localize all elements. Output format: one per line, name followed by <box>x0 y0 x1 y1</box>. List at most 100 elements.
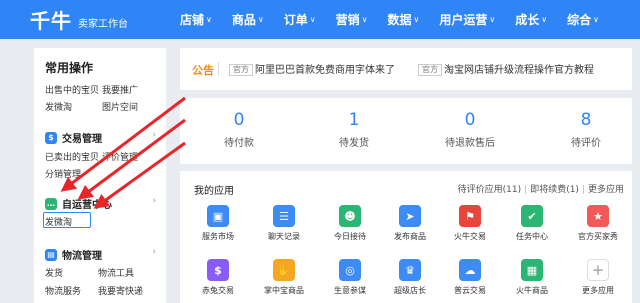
market-icon: ▣ <box>207 205 229 227</box>
chevron-down-icon: ∨ <box>361 15 368 24</box>
divider <box>218 62 219 76</box>
sidebar-link-logistics-service[interactable]: 物流服务 <box>45 284 81 297</box>
app-tile[interactable]: ➤ 发布商品 <box>380 205 440 242</box>
nav-label: 订单 <box>283 13 308 27</box>
sidebar-link-distribution[interactable]: 分销管理 <box>45 167 81 180</box>
chevron-down-icon: ∨ <box>257 15 264 24</box>
sidebar-link-promote[interactable]: 我要推广 <box>102 83 138 96</box>
sidebar-link-send-express[interactable]: 我要寄快递 <box>98 284 143 297</box>
stat-label: 待评价 <box>571 138 601 149</box>
nav-item-general[interactable]: 综合 ∨ <box>567 11 599 28</box>
more-apps-link[interactable]: 更多应用 <box>588 185 624 195</box>
renewal-link[interactable]: 即将续费(1) <box>530 185 579 195</box>
app-label: 赤兔交易 <box>202 286 234 295</box>
logo-subtitle: 卖家工作台 <box>78 19 128 30</box>
app-label: 服务市场 <box>202 232 234 241</box>
app-label: 掌中宝商品 <box>264 286 304 295</box>
chevron-down-icon: ∨ <box>309 15 316 24</box>
task-icon: ✔ <box>521 205 543 227</box>
sidebar-group-label: 自运营中心 <box>62 200 112 211</box>
stat-value: 1 <box>348 110 360 130</box>
nav-label: 数据 <box>387 13 412 27</box>
stat-label: 待退款售后 <box>445 138 495 149</box>
app-label: 更多应用 <box>582 286 614 295</box>
sidebar-link-image-space[interactable]: 图片空间 <box>102 100 138 113</box>
app-label: 火牛交易 <box>454 232 486 241</box>
stat-label: 待付款 <box>224 138 254 149</box>
app-tile[interactable]: ▦ 火牛商品 <box>502 259 562 296</box>
announcement-link[interactable]: 阿里巴巴首款免费商用字体来了 <box>255 61 395 76</box>
nav-label: 成长 <box>515 13 540 27</box>
sidebar-group-logistics[interactable]: ▤ 物流管理 <box>45 247 102 262</box>
stat-pending-refund[interactable]: 0 待退款售后 <box>420 110 520 149</box>
sidebar-link-post-weitao[interactable]: 发微淘 <box>45 215 72 228</box>
stat-value: 8 <box>580 110 592 130</box>
reception-icon: ☻ <box>339 205 361 227</box>
app-label: 任务中心 <box>516 232 548 241</box>
fire-goods-icon: ▦ <box>521 259 543 281</box>
chat-record-icon: ☰ <box>273 205 295 227</box>
sidebar-group-trade[interactable]: $ 交易管理 <box>45 130 102 145</box>
sidebar-group-label: 物流管理 <box>62 251 102 262</box>
sidebar-link-selling-items[interactable]: 出售中的宝贝 <box>45 83 99 96</box>
sidebar-group-self-ops[interactable]: … 自运营中心 <box>45 196 112 211</box>
chevron-right-icon[interactable]: › <box>152 130 156 140</box>
app-tile[interactable]: ▣ 服务市场 <box>188 205 248 242</box>
app-tile[interactable]: $ 赤兔交易 <box>188 259 248 296</box>
app-tile[interactable]: ⚑ 火牛交易 <box>440 205 500 242</box>
app-tile[interactable]: + 更多应用 <box>568 259 628 296</box>
stat-pending-review[interactable]: 8 待评价 <box>536 110 636 149</box>
app-tile[interactable]: ♛ 超级店长 <box>380 259 440 296</box>
nav-item-growth[interactable]: 成长 ∨ <box>515 11 547 28</box>
official-tag: 官方 <box>418 64 442 76</box>
separator: | <box>524 185 528 195</box>
app-tile[interactable]: ✔ 任务中心 <box>502 205 562 242</box>
chevron-down-icon: ∨ <box>593 15 599 24</box>
pending-review-apps-link[interactable]: 待评价应用(11) <box>458 185 521 195</box>
separator: | <box>581 185 585 195</box>
app-tile[interactable]: ☻ 今日接待 <box>320 205 380 242</box>
logistics-icon: ▤ <box>45 248 57 261</box>
sidebar: 常用操作 出售中的宝贝 我要推广 发微淘 图片空间 $ 交易管理 › 已卖出的宝… <box>34 48 166 303</box>
app-label: 生意参谋 <box>334 286 366 295</box>
palm-icon: ✋ <box>273 259 295 281</box>
app-tile[interactable]: ☁ 普云交易 <box>440 259 500 296</box>
chevron-right-icon[interactable]: › <box>152 247 156 257</box>
chevron-down-icon: ∨ <box>206 15 212 24</box>
stat-pending-shipment[interactable]: 1 待发货 <box>304 110 404 149</box>
app-label: 火牛商品 <box>516 286 548 295</box>
announcement-bar: 公告 官方 阿里巴巴首款免费商用字体来了 官方 淘宝网店铺升级流程操作官方教程 <box>180 48 632 90</box>
trade-icon: $ <box>45 131 57 144</box>
stat-value: 0 <box>233 110 245 130</box>
sidebar-link-ship[interactable]: 发货 <box>45 266 63 279</box>
chat-icon: … <box>45 197 57 210</box>
sidebar-link-logistics-tools[interactable]: 物流工具 <box>98 266 134 279</box>
nav-item-marketing[interactable]: 营销 ∨ <box>336 11 368 28</box>
nav-label: 综合 <box>567 13 592 27</box>
order-stats-panel: 0 待付款 1 待发货 0 待退款售后 8 待评价 <box>180 98 632 164</box>
stat-pending-payment[interactable]: 0 待付款 <box>189 110 289 149</box>
sidebar-link-weitao[interactable]: 发微淘 <box>45 100 72 113</box>
app-tile[interactable]: ☰ 聊天记录 <box>254 205 314 242</box>
advisor-icon: ◎ <box>339 259 361 281</box>
app-label: 发布商品 <box>394 232 426 241</box>
chevron-right-icon[interactable]: › <box>152 196 156 206</box>
app-tile[interactable]: ★ 官方买家秀 <box>568 205 628 242</box>
nav-item-shop[interactable]: 店铺 ∨ <box>180 11 212 28</box>
app-label: 聊天记录 <box>268 232 300 241</box>
app-label: 普云交易 <box>454 286 486 295</box>
nav-item-user-ops[interactable]: 用户运营 ∨ <box>439 11 495 28</box>
sidebar-link-sold-items[interactable]: 已卖出的宝贝 <box>45 150 99 163</box>
publish-icon: ➤ <box>399 205 421 227</box>
sidebar-link-reviews[interactable]: 评价管理 <box>102 150 138 163</box>
logo[interactable]: 千牛 卖家工作台 <box>30 5 128 34</box>
app-label: 今日接待 <box>334 232 366 241</box>
announcement-title: 公告 <box>192 64 214 77</box>
nav-item-data[interactable]: 数据 ∨ <box>388 11 420 28</box>
nav-item-goods[interactable]: 商品 ∨ <box>232 11 264 28</box>
app-tile[interactable]: ✋ 掌中宝商品 <box>254 259 314 296</box>
announcement-link[interactable]: 淘宝网店铺升级流程操作官方教程 <box>444 61 594 76</box>
nav-item-orders[interactable]: 订单 ∨ <box>284 11 316 28</box>
app-tile[interactable]: ◎ 生意参谋 <box>320 259 380 296</box>
main-nav: 店铺 ∨ 商品 ∨ 订单 ∨ 营销 ∨ 数据 ∨ 用户运营 ∨ 成长 ∨ 综合 ∨ <box>180 11 599 28</box>
